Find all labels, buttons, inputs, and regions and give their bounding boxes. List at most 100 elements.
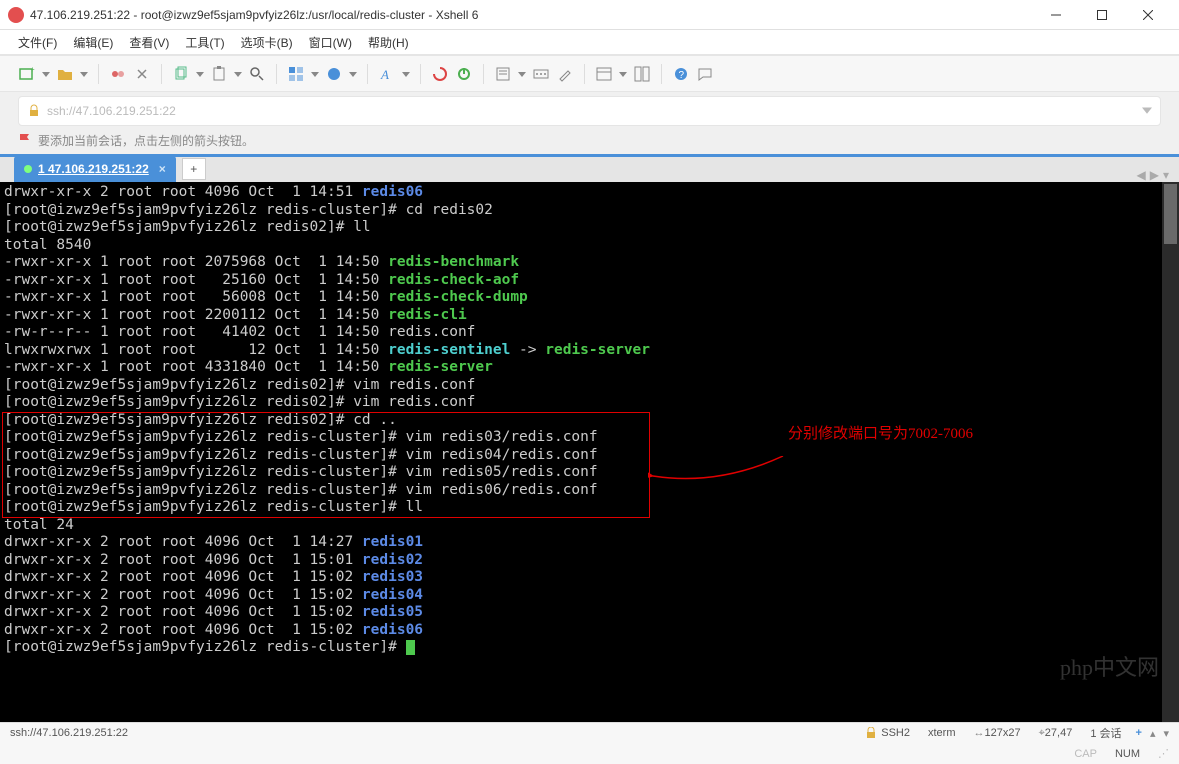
tab-menu-icon[interactable]: ▾ [1163,168,1169,182]
maximize-button[interactable] [1079,0,1125,30]
globe-icon[interactable] [325,65,343,83]
new-session-icon[interactable]: + [18,65,36,83]
status-address: ssh://47.106.219.251:22 [10,727,128,739]
layout-icon[interactable] [287,65,305,83]
toolbar: + A ? [0,56,1179,92]
prev-tab-icon[interactable]: ◀ [1137,168,1146,182]
terminal-line: -rwxr-xr-x 1 root root 2200112 Oct 1 14:… [4,307,1175,325]
app-icon [8,7,24,23]
address-bar[interactable]: ssh://47.106.219.251:22 [18,96,1161,126]
keyboard-icon[interactable] [532,65,550,83]
terminal-line: -rwxr-xr-x 1 root root 2075968 Oct 1 14:… [4,254,1175,272]
status-plus[interactable]: + [1136,727,1142,739]
hint-bar: 要添加当前会话，点击左侧的箭头按钮。 [0,126,1179,154]
dropdown-icon[interactable] [518,70,526,78]
disconnect-icon[interactable] [133,65,151,83]
terminal-line: -rw-r--r-- 1 root root 41402 Oct 1 14:50… [4,324,1175,342]
terminal-line: [root@izwz9ef5sjam9pvfyiz26lz redis-clus… [4,429,1175,447]
status-pos: 27,47 [1045,727,1073,739]
scrollbar-thumb[interactable] [1164,184,1177,244]
status-session: 1 会话 [1090,725,1121,741]
terminal[interactable]: drwxr-xr-x 2 root root 4096 Oct 1 14:51 … [0,182,1179,722]
minimize-button[interactable] [1033,0,1079,30]
highlight-icon[interactable] [556,65,574,83]
power-icon[interactable] [455,65,473,83]
dropdown-icon[interactable] [402,70,410,78]
session-tab[interactable]: 1 47.106.219.251:22 × [14,156,176,182]
resize-grip-icon[interactable]: ⋰ [1158,747,1169,760]
new-tab-button[interactable]: + [182,158,206,180]
terminal-line: [root@izwz9ef5sjam9pvfyiz26lz redis02]# … [4,412,1175,430]
dropdown-icon[interactable] [619,70,627,78]
hint-text: 要添加当前会话，点击左侧的箭头按钮。 [38,132,254,149]
dropdown-icon[interactable] [1142,104,1152,118]
swirl-icon[interactable] [431,65,449,83]
menu-file[interactable]: 文件(F) [18,34,57,51]
open-icon[interactable] [56,65,74,83]
dropdown-icon[interactable] [349,70,357,78]
status-term: xterm [928,727,956,739]
chat-icon[interactable] [696,65,714,83]
next-tab-icon[interactable]: ▶ [1150,168,1159,182]
font-icon[interactable]: A [378,65,396,83]
chevron-down-icon[interactable]: ▾ [1163,727,1169,740]
terminal-line: drwxr-xr-x 2 root root 4096 Oct 1 15:02 … [4,604,1175,622]
status-bar: ssh://47.106.219.251:22 SSH2 xterm ↔ 127… [0,722,1179,764]
tab-close-icon[interactable]: × [159,162,166,176]
cursor [406,640,415,655]
watermark: php中文网 [1060,659,1159,677]
lock-icon [27,104,41,118]
menu-help[interactable]: 帮助(H) [368,34,409,51]
window-title: 47.106.219.251:22 - root@izwz9ef5sjam9pv… [30,8,1033,22]
terminal-line: -rwxr-xr-x 1 root root 25160 Oct 1 14:50… [4,272,1175,290]
tile-icon[interactable] [633,65,651,83]
tab-bar: 1 47.106.219.251:22 × + ◀ ▶ ▾ [0,154,1179,182]
terminal-line: drwxr-xr-x 2 root root 4096 Oct 1 15:02 … [4,587,1175,605]
svg-text:?: ? [679,70,685,81]
menubar: 文件(F) 编辑(E) 查看(V) 工具(T) 选项卡(B) 窗口(W) 帮助(… [0,30,1179,56]
separator [420,64,421,84]
panel-icon[interactable] [595,65,613,83]
search-icon[interactable] [248,65,266,83]
terminal-line: [root@izwz9ef5sjam9pvfyiz26lz redis-clus… [4,464,1175,482]
separator [98,64,99,84]
lock-icon [865,727,877,739]
terminal-line: drwxr-xr-x 2 root root 4096 Oct 1 15:02 … [4,622,1175,640]
dropdown-icon[interactable] [42,70,50,78]
menu-view[interactable]: 查看(V) [129,34,169,51]
separator [661,64,662,84]
terminal-line: [root@izwz9ef5sjam9pvfyiz26lz redis02]# … [4,219,1175,237]
menu-edit[interactable]: 编辑(E) [73,34,113,51]
menu-tabs[interactable]: 选项卡(B) [241,34,293,51]
terminal-line: [root@izwz9ef5sjam9pvfyiz26lz redis-clus… [4,499,1175,517]
paste-icon[interactable] [210,65,228,83]
help-icon[interactable]: ? [672,65,690,83]
terminal-line: total 8540 [4,237,1175,255]
separator [161,64,162,84]
dropdown-icon[interactable] [311,70,319,78]
copy-icon[interactable] [172,65,190,83]
status-cap: CAP [1074,748,1097,760]
resize-icon: ↔ [973,727,984,739]
chevron-up-icon[interactable]: ▴ [1150,727,1156,740]
window-controls [1033,0,1171,30]
menu-tools[interactable]: 工具(T) [185,34,224,51]
annotation-text: 分别修改端口号为7002-7006 [788,426,973,444]
terminal-line: [root@izwz9ef5sjam9pvfyiz26lz redis-clus… [4,447,1175,465]
status-num: NUM [1115,748,1140,760]
separator [483,64,484,84]
terminal-line: drwxr-xr-x 2 root root 4096 Oct 1 14:51 … [4,184,1175,202]
scrollbar[interactable] [1162,182,1179,722]
script-icon[interactable] [494,65,512,83]
separator [367,64,368,84]
dropdown-icon[interactable] [80,70,88,78]
terminal-line: -rwxr-xr-x 1 root root 4331840 Oct 1 14:… [4,359,1175,377]
dropdown-icon[interactable] [234,70,242,78]
reconnect-icon[interactable] [109,65,127,83]
menu-window[interactable]: 窗口(W) [309,34,352,51]
svg-text:A: A [380,67,389,82]
terminal-line: [root@izwz9ef5sjam9pvfyiz26lz redis-clus… [4,202,1175,220]
dropdown-icon[interactable] [196,70,204,78]
status-dot-icon [24,165,32,173]
close-button[interactable] [1125,0,1171,30]
